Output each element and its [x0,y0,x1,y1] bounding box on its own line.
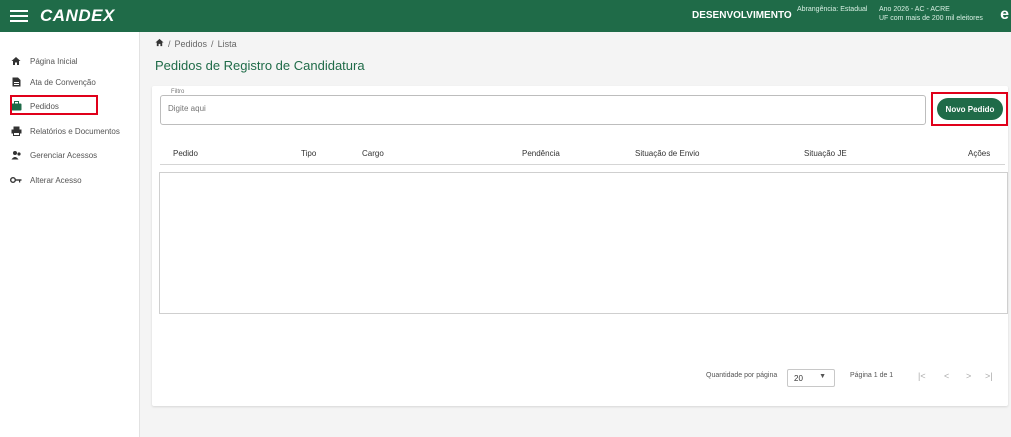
page-info: Página 1 de 1 [850,372,894,379]
sidebar-item-relatorios[interactable]: Relatórios e Documentos [10,122,120,140]
sidebar-item-ata[interactable]: Ata de Convenção [10,73,96,91]
context-info: Ano 2026 - AC - ACRE UF com mais de 200 … [879,5,997,23]
breadcrumb-item-pedidos[interactable]: Pedidos [175,39,208,49]
sidebar-item-label: Alterar Acesso [30,175,82,185]
hamburger-menu-icon[interactable] [10,10,28,22]
per-page-label: Quantidade por página [706,372,778,379]
last-page-icon[interactable]: >| [985,371,993,381]
document-icon [10,77,22,87]
users-icon [10,150,22,160]
sidebar-item-label: Gerenciar Acessos [30,150,98,160]
breadcrumb-separator: / [168,39,171,49]
sidebar-item-home[interactable]: Página Inicial [10,52,78,70]
next-page-icon[interactable]: > [966,371,971,381]
table-body-empty [159,172,1008,314]
printer-icon [10,126,22,136]
app-logo[interactable]: CANDEX [40,6,115,26]
home-icon [10,56,22,66]
filter-input[interactable] [168,104,868,113]
user-menu-icon[interactable]: e [1000,6,1009,24]
sidebar [0,32,140,437]
first-page-icon[interactable]: |< [918,371,926,381]
sidebar-item-gerenciar-acessos[interactable]: Gerenciar Acessos [10,146,97,164]
previous-page-icon[interactable]: < [944,371,949,381]
filter-label: Filtro [168,89,188,95]
column-header-situacao-je[interactable]: Situação JE [804,149,847,158]
page-title: Pedidos de Registro de Candidatura [155,58,365,73]
sidebar-item-label: Ata de Convenção [30,77,96,87]
key-icon [10,175,22,185]
sidebar-item-label: Página Inicial [30,56,78,66]
per-page-select[interactable]: 20 ▼ [787,369,835,387]
pedidos-highlight-box [10,95,98,115]
new-order-highlight-box [931,92,1008,126]
chevron-down-icon: ▼ [819,373,826,380]
column-header-pendencia[interactable]: Pendência [522,149,560,158]
breadcrumb: / Pedidos / Lista [155,38,237,50]
sidebar-item-label: Relatórios e Documentos [30,126,120,136]
column-header-tipo[interactable]: Tipo [301,149,316,158]
column-header-cargo[interactable]: Cargo [362,149,384,158]
uf-info-label: UF com mais de 200 mil eleitores [879,15,983,22]
table-header: Pedido Tipo Cargo Pendência Situação de … [160,140,1005,165]
scope-label: Abrangência: Estadual [797,6,868,13]
per-page-value: 20 [794,373,803,383]
top-bar: CANDEX DESENVOLVIMENTO Abrangência: Esta… [0,0,1011,32]
home-icon[interactable] [155,38,164,50]
environment-label: DESENVOLVIMENTO [692,10,792,21]
column-header-situacao-envio[interactable]: Situação de Envio [635,149,700,158]
column-header-pedido[interactable]: Pedido [173,149,198,158]
year-state-label: Ano 2026 - AC - ACRE [879,6,950,13]
sidebar-item-alterar-acesso[interactable]: Alterar Acesso [10,171,82,189]
breadcrumb-separator: / [211,39,214,49]
column-header-acoes: Ações [968,149,991,158]
breadcrumb-item-lista: Lista [217,39,237,49]
